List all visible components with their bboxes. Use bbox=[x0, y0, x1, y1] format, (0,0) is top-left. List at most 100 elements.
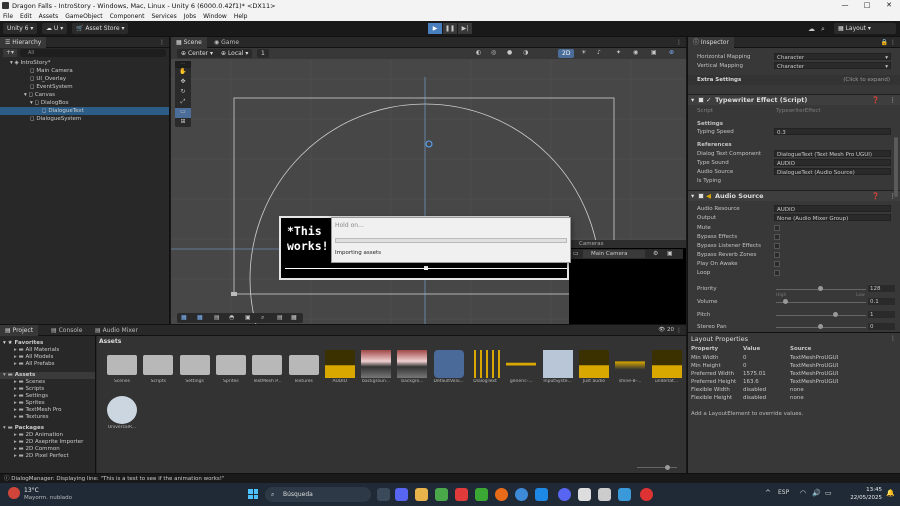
paint-icon[interactable]: ◓ bbox=[229, 314, 234, 321]
asset-item[interactable]: Just audio bbox=[578, 350, 609, 388]
stereo-pan-input[interactable]: 0 bbox=[868, 323, 895, 330]
asset-item[interactable]: UniversalR... bbox=[107, 396, 137, 434]
pivot-dropdown[interactable]: ⊕ Center ▾ bbox=[177, 49, 218, 58]
transform-tool-icon[interactable]: ⊞ bbox=[175, 118, 191, 127]
asset-item[interactable]: shine-8-... bbox=[615, 350, 646, 388]
lang-indicator[interactable]: ESP bbox=[778, 489, 789, 496]
pitch-slider[interactable] bbox=[776, 315, 866, 316]
priority-input[interactable]: 128 bbox=[868, 285, 895, 292]
cloud-button[interactable]: ☁ U ▾ bbox=[42, 23, 68, 34]
enabled-checkbox[interactable] bbox=[698, 97, 704, 103]
pitch-input[interactable]: 1 bbox=[868, 311, 895, 318]
asset-item[interactable]: DefaultVolu... bbox=[434, 350, 464, 388]
lighting-icon[interactable]: ◑ bbox=[523, 49, 528, 56]
volume-icon[interactable]: 🔊 bbox=[812, 489, 821, 497]
rect-tool-icon[interactable]: ▭ bbox=[175, 108, 191, 118]
project-tree-section[interactable]: ▾ ▬ Packages bbox=[0, 425, 44, 432]
menu-services[interactable]: Services bbox=[151, 13, 176, 20]
camera-close-icon[interactable]: ▣ bbox=[667, 250, 673, 257]
bypass-reverb-checkbox[interactable] bbox=[774, 252, 780, 258]
hidden-objects-icon[interactable]: ◉ bbox=[633, 49, 638, 56]
hierarchy-item[interactable]: ◻ Main Camera bbox=[0, 67, 73, 75]
step-button[interactable]: ▶| bbox=[458, 23, 472, 34]
type-sound-field[interactable]: AUDIO bbox=[774, 159, 891, 167]
hierarchy-item[interactable]: ▾ ◈ IntroStory* bbox=[0, 59, 51, 67]
youtube-icon[interactable] bbox=[455, 488, 468, 501]
close-button[interactable]: ✕ bbox=[878, 0, 900, 11]
mode-2d-toggle[interactable]: 2D bbox=[558, 49, 575, 58]
pitch-slider-handle[interactable] bbox=[833, 312, 838, 317]
more-options-icon[interactable]: ⋮ bbox=[676, 39, 682, 46]
camera-dropdown[interactable]: Main Camera bbox=[583, 250, 645, 258]
audio-source-component-header[interactable]: ▾ ◀ Audio Source ❓ ⋮ bbox=[688, 190, 900, 201]
thumbnail-size-handle[interactable] bbox=[665, 465, 670, 470]
tab-project[interactable]: ▤ Project bbox=[0, 325, 39, 336]
minimize-button[interactable]: — bbox=[834, 0, 856, 11]
menu-gameobject[interactable]: GameObject bbox=[65, 13, 102, 20]
effects-icon[interactable]: ✦ bbox=[616, 49, 621, 56]
opera-icon[interactable] bbox=[640, 488, 653, 501]
asset-item[interactable]: generic-... bbox=[506, 350, 537, 388]
more-options-icon[interactable]: ⋮ bbox=[890, 335, 896, 342]
menu-window[interactable]: Window bbox=[203, 13, 227, 20]
assets-breadcrumb[interactable]: Assets bbox=[99, 338, 121, 345]
view-icon[interactable]: ▣ bbox=[245, 314, 251, 321]
show-hidden-icons[interactable]: ^ bbox=[765, 489, 771, 497]
play-button[interactable]: ▶ bbox=[428, 23, 442, 34]
foldout-arrow-icon[interactable]: ▾ bbox=[691, 191, 694, 202]
priority-slider-handle[interactable] bbox=[818, 286, 823, 291]
project-tree-item[interactable]: ▸ ▬ Sprites bbox=[0, 400, 45, 407]
tile-icon[interactable]: ▤ bbox=[214, 314, 220, 321]
tab-audio-mixer[interactable]: ▤ Audio Mixer bbox=[90, 325, 143, 336]
project-tree-section[interactable]: ▾ ★ Favorites bbox=[0, 340, 43, 347]
project-tree-item[interactable]: ▸ ▬ All Prefabs bbox=[0, 361, 54, 368]
tab-game[interactable]: ◉ Game bbox=[209, 37, 244, 48]
more-options-icon[interactable]: ⋮ bbox=[890, 39, 896, 46]
asset-item[interactable]: Scripts bbox=[143, 350, 174, 388]
weather-icon[interactable] bbox=[8, 487, 20, 499]
wifi-icon[interactable]: ◠ bbox=[800, 489, 806, 497]
pause-button[interactable]: ❚❚ bbox=[443, 23, 457, 34]
edge-icon[interactable] bbox=[515, 488, 528, 501]
help-icon[interactable]: ❓ bbox=[872, 191, 880, 202]
asset-item[interactable]: Textures bbox=[288, 350, 319, 388]
lighting-toggle-icon[interactable]: ☀ bbox=[581, 49, 586, 56]
shaded-icon[interactable]: ● bbox=[507, 49, 512, 56]
asset-store-button[interactable]: 🛒 Asset Store ▾ bbox=[72, 23, 129, 34]
grid-snap-field[interactable]: 1 bbox=[257, 49, 269, 58]
app-icon[interactable] bbox=[535, 488, 548, 501]
notifications-icon[interactable]: 🔔 bbox=[886, 489, 895, 497]
wireframe-icon[interactable]: ◎ bbox=[491, 49, 496, 56]
bypass-effects-checkbox[interactable] bbox=[774, 234, 780, 240]
menu-assets[interactable]: Assets bbox=[39, 13, 59, 20]
output-field[interactable]: None (Audio Mixer Group) bbox=[774, 214, 891, 222]
foldout-arrow-icon[interactable]: ▾ bbox=[691, 95, 694, 106]
asset-item[interactable]: Sprites bbox=[215, 350, 246, 388]
component-menu-icon[interactable]: ⋮ bbox=[890, 95, 897, 106]
unity-hub-icon[interactable] bbox=[578, 488, 591, 501]
hierarchy-item-selected[interactable]: ◻ DialogueText bbox=[0, 107, 169, 115]
asset-item[interactable]: InputSyste... bbox=[542, 350, 573, 388]
loop-checkbox[interactable] bbox=[774, 270, 780, 276]
project-tree-item[interactable]: ▸ ▬ All Models bbox=[0, 354, 53, 361]
clock-time[interactable]: 13:45 bbox=[838, 487, 882, 493]
maximize-button[interactable]: □ bbox=[856, 0, 878, 11]
project-tree-item[interactable]: ▸ ▬ All Materials bbox=[0, 347, 59, 354]
inspector-scrollbar[interactable] bbox=[894, 137, 898, 197]
battery-icon[interactable]: ▭ bbox=[825, 489, 832, 497]
hierarchy-item[interactable]: ◻ DialogueSystem bbox=[0, 115, 81, 123]
tab-scene[interactable]: ▦ Scene bbox=[171, 37, 207, 48]
extra-settings-foldout[interactable]: Extra Settings (Click to expand) bbox=[688, 75, 900, 85]
typewriter-component-header[interactable]: ▾ ✓ Typewriter Effect (Script) ❓ ⋮ bbox=[688, 94, 900, 105]
discord-app-icon[interactable] bbox=[558, 488, 571, 501]
anchor-icon[interactable]: ▦ bbox=[197, 314, 203, 321]
grid-snap-icon[interactable]: ▦ bbox=[181, 314, 187, 321]
project-tree-item[interactable]: ▸ ▬ 2D Aseprite Importer bbox=[0, 439, 83, 446]
volume-input[interactable]: 0.1 bbox=[868, 298, 895, 305]
add-object-button[interactable]: +▾ bbox=[3, 49, 17, 57]
hierarchy-item[interactable]: ▾ ◻ Canvas bbox=[0, 91, 55, 99]
project-tree-item[interactable]: ▸ ▬ Scripts bbox=[0, 386, 44, 393]
hand-tool-icon[interactable]: ✋ bbox=[175, 68, 191, 78]
tab-inspector[interactable]: ⓘ Inspector bbox=[688, 37, 734, 48]
project-tree-item[interactable]: ▸ ▬ Settings bbox=[0, 393, 48, 400]
